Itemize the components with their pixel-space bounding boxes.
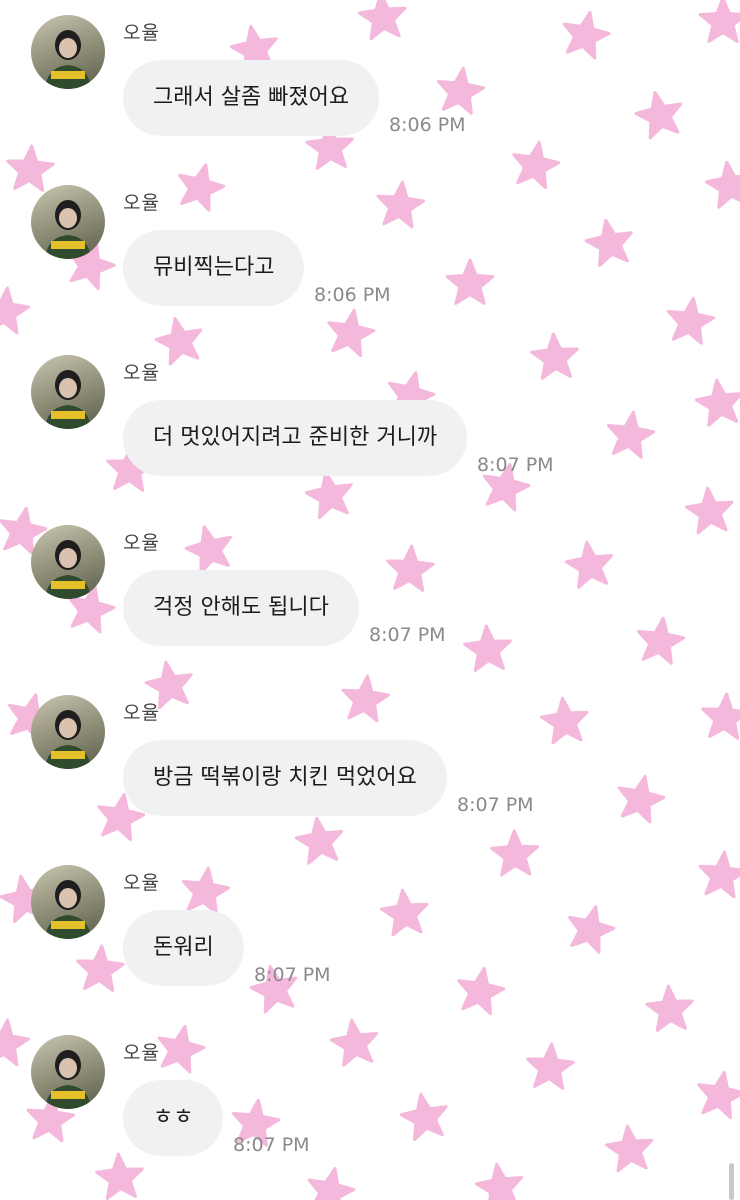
sender-name: 오율 bbox=[123, 532, 160, 554]
message-time: 8:07 PM bbox=[233, 1134, 310, 1156]
message-row: 오율 뮤비찍는다고 8:06 PM bbox=[0, 170, 740, 340]
message-bubble[interactable]: 그래서 살좀 빠졌어요 bbox=[123, 60, 380, 136]
message-time: 8:06 PM bbox=[314, 284, 391, 306]
scrollbar-thumb[interactable] bbox=[729, 1163, 734, 1200]
message-bubble[interactable]: 방금 떡볶이랑 치킨 먹었어요 bbox=[123, 740, 447, 816]
message-row: 오율 방금 떡볶이랑 치킨 먹었어요 8:07 PM bbox=[0, 680, 740, 850]
profile-photo-icon bbox=[45, 370, 91, 429]
message-time: 8:07 PM bbox=[369, 624, 446, 646]
avatar[interactable] bbox=[31, 865, 105, 939]
profile-photo-icon bbox=[45, 710, 91, 769]
message-time: 8:07 PM bbox=[254, 964, 331, 986]
chat-conversation: 오율 그래서 살좀 빠졌어요 8:06 PM 오율 뮤비찍는다고 8:06 PM… bbox=[0, 0, 740, 1200]
message-bubble[interactable]: ㅎㅎ bbox=[123, 1080, 224, 1156]
sender-name: 오율 bbox=[123, 22, 160, 44]
message-row: 오율 걱정 안해도 됩니다 8:07 PM bbox=[0, 510, 740, 680]
message-bubble[interactable]: 돈워리 bbox=[123, 910, 244, 986]
sender-name: 오율 bbox=[123, 1042, 160, 1064]
sender-name: 오율 bbox=[123, 362, 160, 384]
avatar[interactable] bbox=[31, 15, 105, 89]
message-bubble[interactable]: 더 멋있어지려고 준비한 거니까 bbox=[123, 400, 468, 476]
sender-name: 오율 bbox=[123, 872, 160, 894]
profile-photo-icon bbox=[45, 200, 91, 259]
sender-name: 오율 bbox=[123, 702, 160, 724]
profile-photo-icon bbox=[45, 540, 91, 599]
profile-photo-icon bbox=[45, 1050, 91, 1109]
profile-photo-icon bbox=[45, 30, 91, 89]
profile-photo-icon bbox=[45, 880, 91, 939]
message-row: 오율 더 멋있어지려고 준비한 거니까 8:07 PM bbox=[0, 340, 740, 510]
avatar[interactable] bbox=[31, 355, 105, 429]
message-row: 오율 돈워리 8:07 PM bbox=[0, 850, 740, 1020]
message-time: 8:07 PM bbox=[477, 454, 554, 476]
message-row: 오율 그래서 살좀 빠졌어요 8:06 PM bbox=[0, 0, 740, 170]
avatar[interactable] bbox=[31, 695, 105, 769]
avatar[interactable] bbox=[31, 525, 105, 599]
sender-name: 오율 bbox=[123, 192, 160, 214]
avatar[interactable] bbox=[31, 185, 105, 259]
message-row: 오율 ㅎㅎ 8:07 PM bbox=[0, 1020, 740, 1190]
message-time: 8:06 PM bbox=[389, 114, 466, 136]
message-bubble[interactable]: 뮤비찍는다고 bbox=[123, 230, 305, 306]
avatar[interactable] bbox=[31, 1035, 105, 1109]
message-time: 8:07 PM bbox=[457, 794, 534, 816]
message-bubble[interactable]: 걱정 안해도 됩니다 bbox=[123, 570, 359, 646]
